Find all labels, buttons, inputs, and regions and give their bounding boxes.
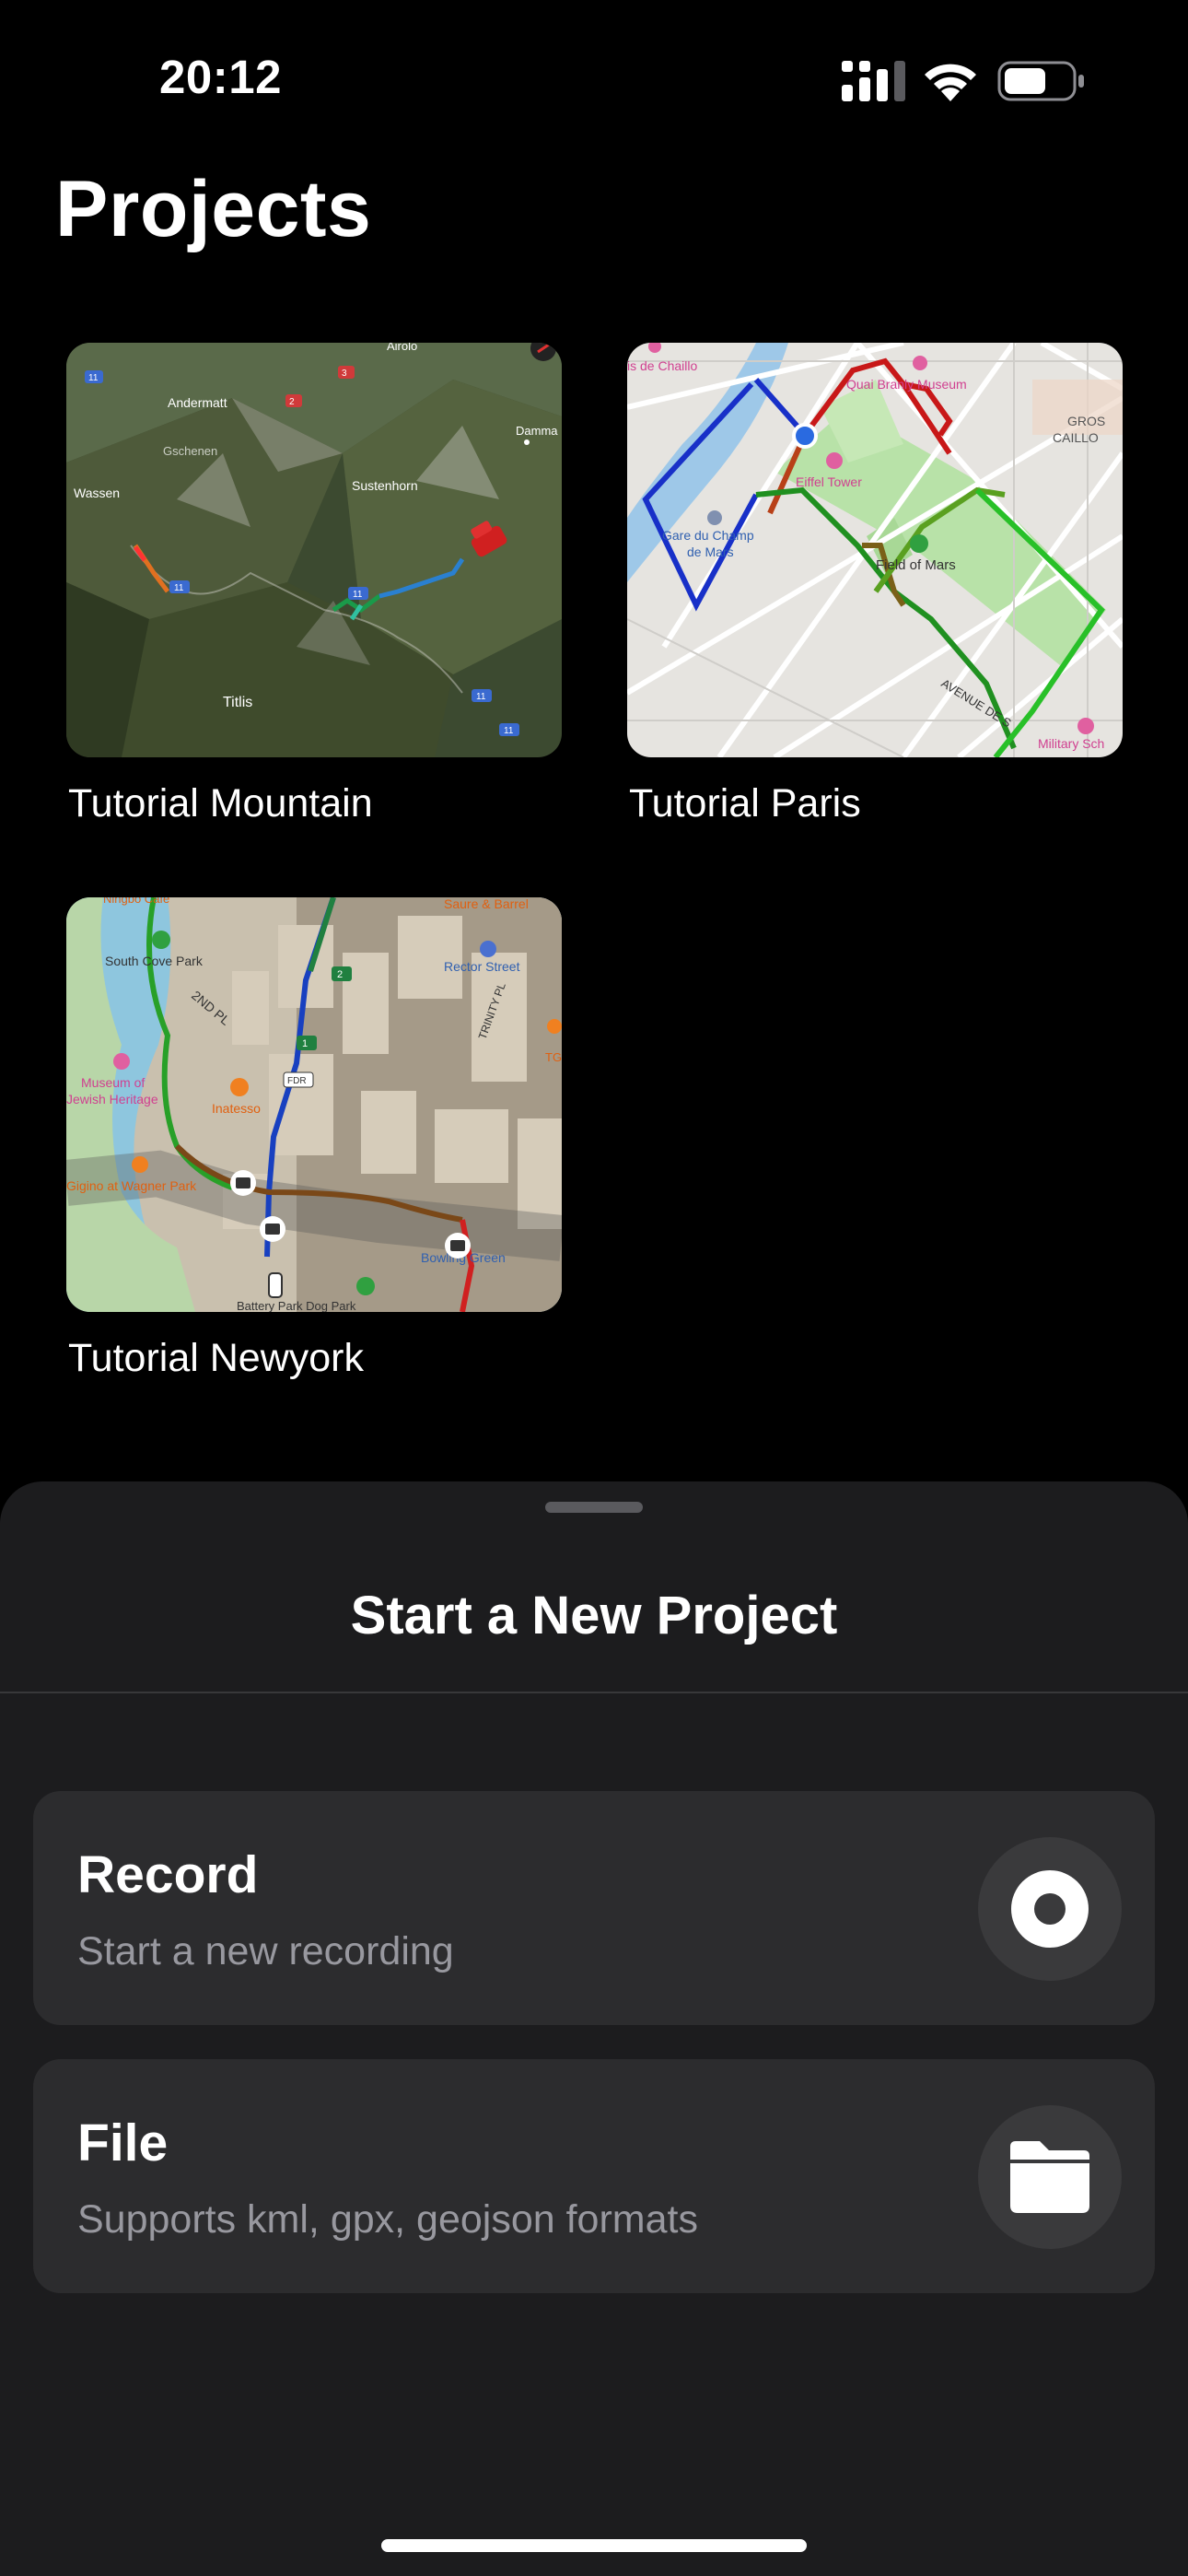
svg-text:Gigino at Wagner Park: Gigino at Wagner Park	[66, 1178, 197, 1193]
svg-text:Sustenhorn: Sustenhorn	[352, 478, 418, 493]
option-title: File	[77, 2113, 169, 2172]
paris-map-thumbnail[interactable]: Eiffel Tower Quai Branly Museum is de Ch…	[627, 343, 1123, 757]
status-time: 20:12	[159, 51, 282, 103]
svg-text:Saure & Barrel: Saure & Barrel	[444, 897, 529, 911]
page-title: Projects	[55, 165, 372, 253]
record-icon	[1011, 1870, 1089, 1948]
svg-text:CAILLO: CAILLO	[1053, 430, 1099, 445]
file-option-button[interactable]: File Supports kml, gpx, geojson formats	[33, 2059, 1155, 2293]
newyork-map-thumbnail[interactable]: South Cove Park 2ND PL Museum of Jewish …	[66, 897, 562, 1312]
option-subtitle: Start a new recording	[77, 1929, 454, 1973]
svg-text:1: 1	[302, 1038, 308, 1049]
svg-text:Museum of: Museum of	[81, 1075, 145, 1090]
svg-text:Damma: Damma	[516, 424, 558, 438]
svg-text:11: 11	[476, 692, 486, 702]
project-name: Tutorial Mountain	[68, 781, 373, 825]
svg-text:Quai Branly Museum: Quai Branly Museum	[846, 377, 967, 392]
projects-screen: 20:12 Projects Andermatt 2 Airolo 3 Gsch…	[0, 0, 1188, 2576]
svg-text:is de Chaillo: is de Chaillo	[627, 358, 697, 373]
svg-text:Military Sch: Military Sch	[1038, 736, 1104, 751]
sheet-title: Start a New Project	[350, 1586, 838, 1645]
record-icon-button[interactable]	[978, 1837, 1122, 1981]
signal-icon	[842, 61, 905, 101]
project-card-mountain[interactable]: Andermatt 2 Airolo 3 Gschenen Sustenhorn…	[66, 343, 562, 826]
project-name: Tutorial Newyork	[68, 1336, 364, 1380]
svg-text:FDR: FDR	[287, 1076, 307, 1086]
svg-text:2: 2	[289, 397, 295, 407]
svg-text:Battery Park Dog Park: Battery Park Dog Park	[237, 1299, 356, 1312]
sheet-divider	[0, 1692, 1188, 1693]
svg-text:11: 11	[504, 726, 514, 736]
svg-text:Titlis: Titlis	[223, 695, 252, 710]
svg-text:GROS: GROS	[1067, 414, 1105, 428]
project-card-newyork[interactable]: South Cove Park 2ND PL Museum of Jewish …	[66, 897, 562, 1381]
svg-text:Field of Mars: Field of Mars	[876, 557, 956, 573]
svg-text:Jewish Heritage: Jewish Heritage	[66, 1092, 158, 1107]
svg-text:11: 11	[174, 583, 184, 593]
svg-text:de Mars: de Mars	[687, 544, 734, 559]
project-name: Tutorial Paris	[629, 781, 861, 825]
svg-text:Inatesso: Inatesso	[212, 1101, 261, 1116]
svg-text:Gschenen: Gschenen	[163, 444, 217, 458]
sheet-grabber[interactable]	[545, 1502, 643, 1513]
option-title: Record	[77, 1845, 259, 1904]
svg-text:3: 3	[342, 369, 347, 379]
svg-text:11: 11	[353, 590, 363, 600]
wifi-icon	[925, 64, 976, 101]
mountain-map-thumbnail[interactable]: Andermatt 2 Airolo 3 Gschenen Sustenhorn…	[66, 343, 562, 757]
battery-icon	[997, 61, 1084, 101]
svg-text:South Cove Park: South Cove Park	[105, 954, 204, 968]
option-subtitle: Supports kml, gpx, geojson formats	[77, 2197, 698, 2242]
svg-text:Ningbo Cafe: Ningbo Cafe	[103, 897, 169, 906]
svg-text:2: 2	[337, 969, 343, 980]
svg-text:Gare du Champ: Gare du Champ	[662, 528, 754, 543]
folder-icon	[1010, 2141, 1089, 2213]
project-card-paris[interactable]: Eiffel Tower Quai Branly Museum is de Ch…	[627, 343, 1123, 826]
svg-text:Rector Street: Rector Street	[444, 959, 520, 974]
record-option-button[interactable]: Record Start a new recording	[33, 1791, 1155, 2025]
new-project-sheet: Start a New Project Record Start a new r…	[0, 1481, 1188, 2576]
svg-text:Airolo: Airolo	[387, 343, 417, 353]
svg-text:TGI: TGI	[545, 1050, 562, 1064]
svg-text:Eiffel Tower: Eiffel Tower	[796, 474, 862, 489]
status-bar: 20:12	[0, 0, 1188, 147]
folder-icon-button[interactable]	[978, 2105, 1122, 2249]
svg-text:Wassen: Wassen	[74, 486, 120, 500]
home-indicator[interactable]	[381, 2539, 807, 2552]
svg-text:11: 11	[88, 373, 99, 383]
svg-text:Andermatt: Andermatt	[168, 395, 227, 410]
